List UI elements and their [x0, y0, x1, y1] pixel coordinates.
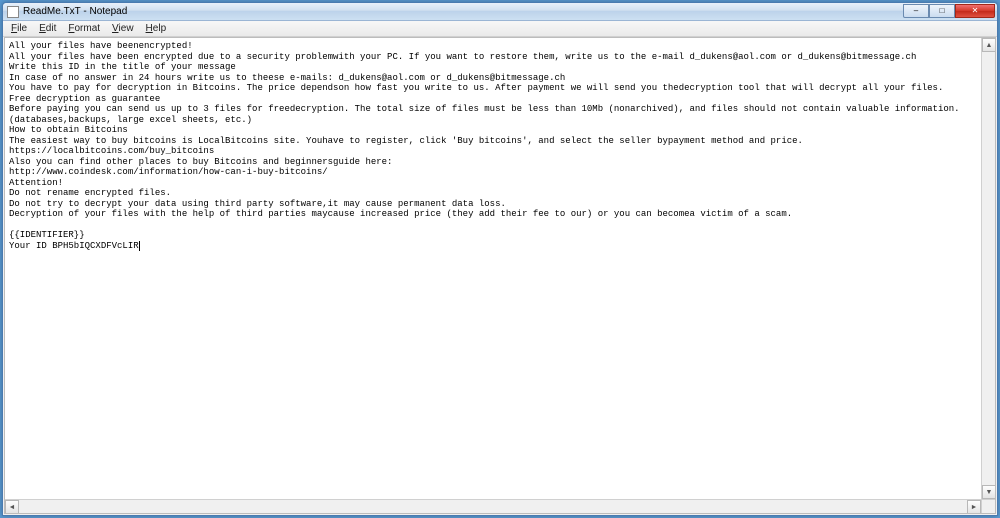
- scroll-corner: [981, 499, 995, 513]
- menu-format[interactable]: Format: [62, 22, 106, 35]
- scroll-left-icon[interactable]: ◄: [5, 500, 19, 514]
- close-icon: ✕: [972, 7, 979, 15]
- menu-bar: File Edit Format View Help: [3, 21, 997, 37]
- scroll-down-icon[interactable]: ▼: [982, 485, 996, 499]
- text-content[interactable]: All your files have beenencrypted! All y…: [5, 38, 995, 513]
- vertical-scrollbar[interactable]: ▲ ▼: [981, 38, 995, 499]
- window-title: ReadMe.TxT - Notepad: [23, 6, 127, 17]
- window-controls: – □ ✕: [903, 4, 995, 18]
- menu-file[interactable]: File: [5, 22, 33, 35]
- title-bar[interactable]: ReadMe.TxT - Notepad – □ ✕: [3, 3, 997, 21]
- notepad-window: ReadMe.TxT - Notepad – □ ✕ File Edit For…: [2, 2, 998, 516]
- maximize-icon: □: [940, 7, 945, 15]
- minimize-icon: –: [914, 7, 918, 15]
- close-button[interactable]: ✕: [955, 4, 995, 18]
- menu-edit[interactable]: Edit: [33, 22, 62, 35]
- maximize-button[interactable]: □: [929, 4, 955, 18]
- scroll-right-icon[interactable]: ►: [967, 500, 981, 514]
- editor-area: All your files have beenencrypted! All y…: [4, 37, 996, 514]
- menu-help[interactable]: Help: [140, 22, 173, 35]
- minimize-button[interactable]: –: [903, 4, 929, 18]
- scroll-up-icon[interactable]: ▲: [982, 38, 996, 52]
- menu-view[interactable]: View: [106, 22, 140, 35]
- notepad-icon: [7, 6, 19, 18]
- horizontal-scrollbar[interactable]: ◄ ►: [5, 499, 981, 513]
